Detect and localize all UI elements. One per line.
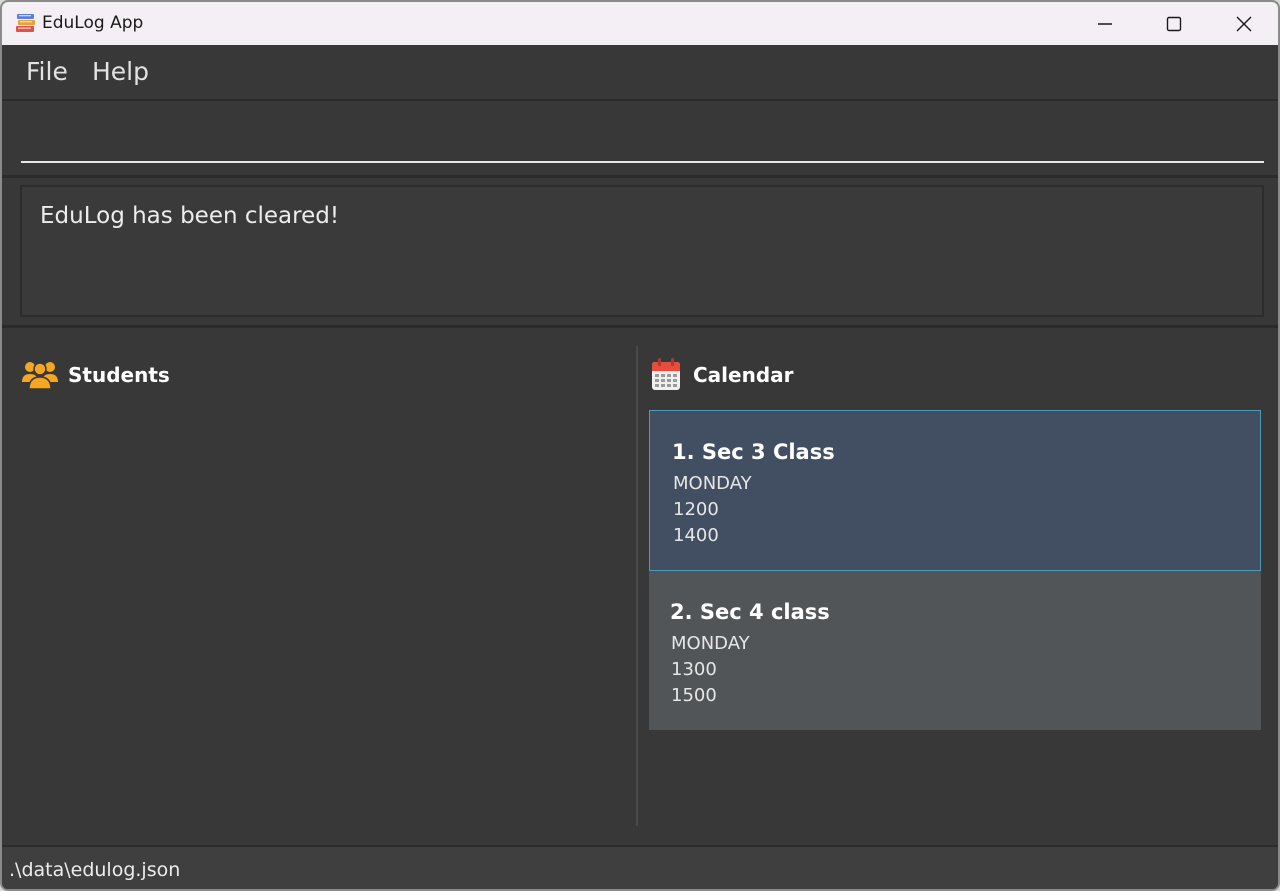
students-list[interactable] [20,408,626,828]
menu-help[interactable]: Help [92,57,149,87]
calendar-card[interactable]: 2. Sec 4 class MONDAY 1300 1500 [649,571,1261,730]
lesson-title: 2. Sec 4 class [670,600,830,624]
lesson-end-time: 1500 [671,685,717,706]
minimize-icon [1097,16,1113,32]
calendar-panel-header: Calendar [651,355,951,395]
users-icon [22,358,58,394]
panel-divider[interactable] [636,346,638,826]
window-title: EduLog App [42,13,144,33]
students-panel-header: Students [22,355,322,395]
lesson-end-time: 1400 [673,525,719,546]
lesson-start-time: 1200 [673,499,719,520]
close-button[interactable] [1210,2,1278,45]
minimize-button[interactable] [1071,2,1139,45]
calendar-card[interactable]: 1. Sec 3 Class MONDAY 1200 1400 [649,410,1261,571]
command-box [2,101,1278,178]
lesson-start-time: 1300 [671,659,717,680]
menu-file[interactable]: File [26,57,68,87]
app-window: EduLog App File Help EduLog has been cle… [0,0,1280,891]
close-icon [1236,16,1252,32]
calendar-icon [651,357,681,395]
menu-bar: File Help [2,45,1278,101]
title-bar[interactable]: EduLog App [2,2,1278,45]
command-input[interactable] [21,121,1264,163]
result-message: EduLog has been cleared! [40,203,340,229]
lesson-title: 1. Sec 3 Class [672,440,835,464]
data-file-path: .\data\edulog.json [9,859,181,881]
lesson-day: MONDAY [673,473,752,494]
students-title: Students [68,363,170,387]
calendar-title: Calendar [693,363,794,387]
books-icon [15,12,37,34]
lesson-day: MONDAY [671,633,750,654]
maximize-button[interactable] [1140,2,1208,45]
status-bar: .\data\edulog.json [2,845,1278,889]
result-display[interactable]: EduLog has been cleared! [20,185,1264,317]
maximize-icon [1166,16,1182,32]
result-display-area: EduLog has been cleared! [2,178,1278,328]
